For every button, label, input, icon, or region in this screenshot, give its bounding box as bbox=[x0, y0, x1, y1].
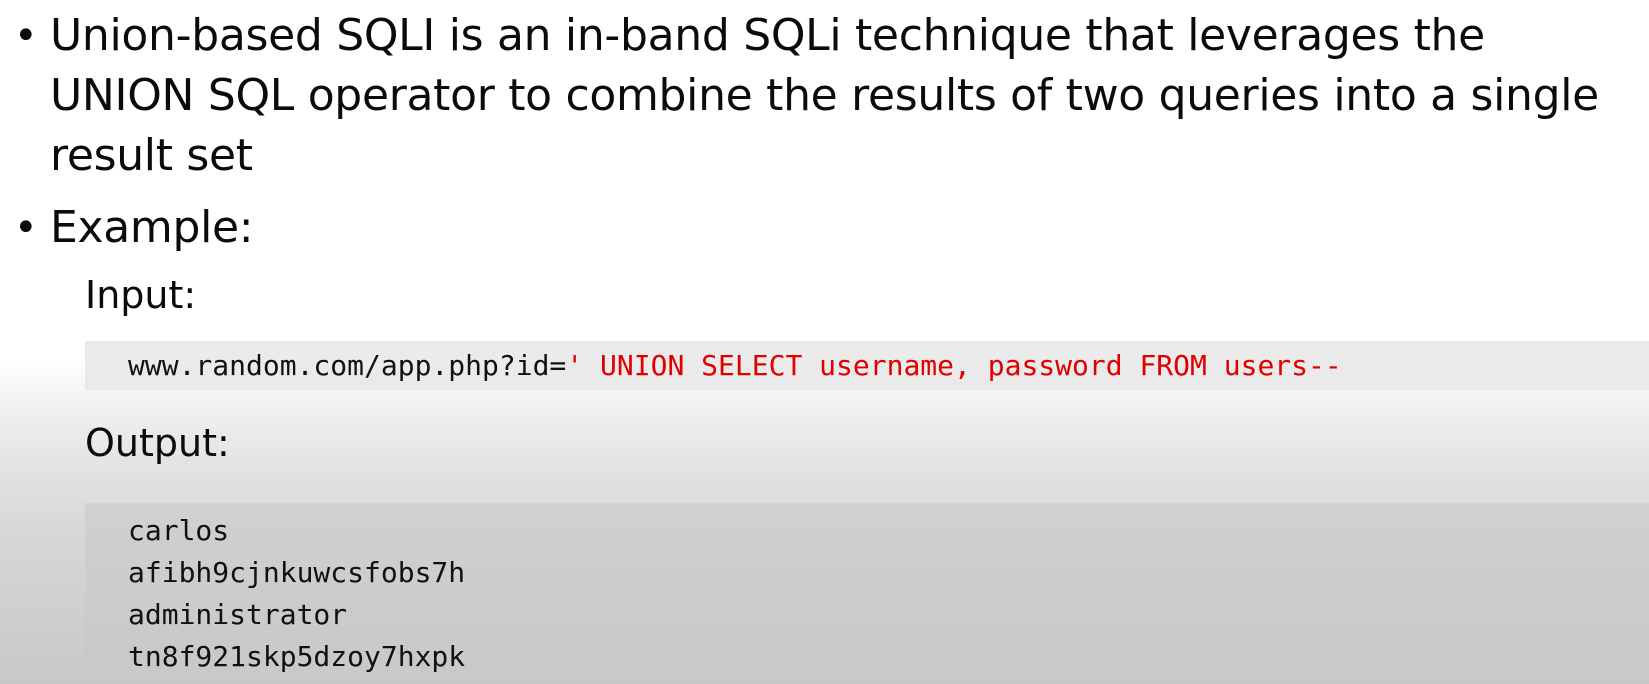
input-label: Input: bbox=[85, 273, 197, 317]
injection-payload: ' UNION SELECT username, password FROM u… bbox=[566, 349, 1342, 382]
output-code-box: carlos afibh9cjnkuwcsfobs7h administrato… bbox=[85, 503, 1649, 684]
output-line: administrator bbox=[128, 598, 348, 631]
output-label: Output: bbox=[85, 421, 230, 465]
input-code-box: www.random.com/app.php?id=' UNION SELECT… bbox=[85, 341, 1649, 390]
output-line: afibh9cjnkuwcsfobs7h bbox=[128, 556, 466, 589]
output-line: tn8f921skp5dzoy7hxpk bbox=[128, 640, 466, 673]
bullet-marker: • bbox=[14, 205, 38, 251]
example-heading: Example: bbox=[50, 202, 254, 253]
output-line: carlos bbox=[128, 514, 230, 547]
bullet-marker: • bbox=[14, 13, 38, 59]
input-url: www.random.com/app.php?id= bbox=[128, 349, 567, 382]
definition-text: Union-based SQLI is an in-band SQLi tech… bbox=[50, 10, 1599, 181]
